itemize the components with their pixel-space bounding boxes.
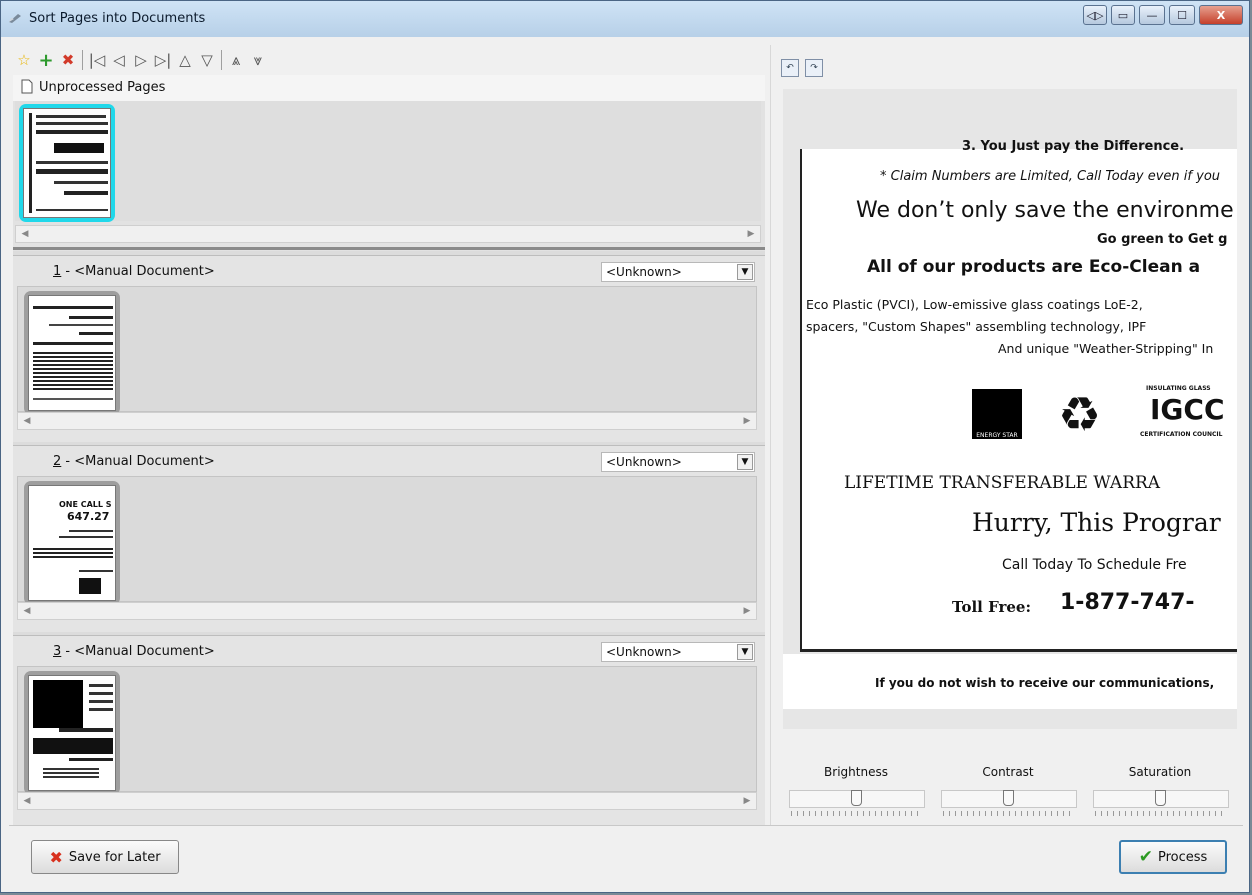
preview-text: Call Today To Schedule Fre xyxy=(1002,557,1187,573)
document-2-tray: ONE CALL S 647.27 xyxy=(17,476,757,605)
rotate-left-icon[interactable]: ↶ xyxy=(781,59,799,77)
unprocessed-section: Unprocessed Pages ◀ ▶ xyxy=(13,75,765,251)
document-3-section: 3 - <Manual Document> <Unknown> ▼ ◀ ▶ xyxy=(13,635,765,826)
thumb-text: ONE CALL S xyxy=(59,500,112,509)
document-2-section: 2 - <Manual Document> <Unknown> ▼ ONE CAL… xyxy=(13,445,765,632)
energy-star-logo: ENERGY STAR xyxy=(972,389,1022,439)
document-3-page-thumb[interactable] xyxy=(24,671,120,795)
previous-page-icon[interactable]: ◁ xyxy=(108,49,130,71)
contrast-slider-thumb[interactable] xyxy=(1003,790,1014,806)
preview-page-footer: If you do not wish to receive our commun… xyxy=(783,654,1237,709)
checkmark-icon: ✔ xyxy=(1138,847,1153,867)
close-icon: ✖ xyxy=(49,847,63,867)
maximize-button[interactable]: ☐ xyxy=(1169,5,1195,25)
last-page-icon[interactable]: ▷| xyxy=(152,49,174,71)
save-for-later-button[interactable]: ✖ Save for Later xyxy=(31,840,179,874)
preview-text: Toll Free: xyxy=(952,598,1031,616)
move-up-icon[interactable]: △ xyxy=(174,49,196,71)
document-1-page-thumb[interactable] xyxy=(24,291,120,415)
preview-text: * Claim Numbers are Limited, Call Today … xyxy=(880,169,1221,184)
preview-text: 3. You Just pay the Difference. xyxy=(962,139,1185,154)
plus-icon[interactable]: + xyxy=(35,49,57,71)
next-page-icon[interactable]: ▷ xyxy=(130,49,152,71)
unprocessed-label: Unprocessed Pages xyxy=(39,80,166,95)
page-preview: 3. You Just pay the Difference. * Claim … xyxy=(783,89,1237,729)
move-top-icon[interactable]: ⩓ xyxy=(225,49,247,71)
page-sorter-pane: ☆ + ✖ |◁ ◁ ▷ ▷| △ ▽ ⩓ ⩔ Unprocessed Page… xyxy=(13,45,765,826)
document-icon xyxy=(21,79,33,94)
resize-icon[interactable]: ◁▷ xyxy=(1083,5,1107,25)
unprocessed-scrollbar[interactable]: ◀ ▶ xyxy=(15,225,761,243)
preview-text: 1-877-747- xyxy=(1060,590,1195,615)
brightness-label: Brightness xyxy=(824,765,888,779)
preview-text: If you do not wish to receive our commun… xyxy=(875,676,1215,690)
document-2-type-select[interactable]: <Unknown> ▼ xyxy=(601,452,755,472)
preview-pane: ↶ ↷ 3. You Just pay the Difference. * Cl… xyxy=(770,45,1241,825)
sorter-toolbar: ☆ + ✖ |◁ ◁ ▷ ▷| △ ▽ ⩓ ⩔ xyxy=(13,45,765,75)
igcc-logo: INSULATING GLASS IGCC CERTIFICATION COUN… xyxy=(1140,385,1225,438)
rotate-right-icon[interactable]: ↷ xyxy=(805,59,823,77)
move-bottom-icon[interactable]: ⩔ xyxy=(247,49,269,71)
preview-text: Go green to Get g xyxy=(1097,232,1228,247)
chevron-down-icon: ▼ xyxy=(737,264,753,280)
document-1-tray xyxy=(17,286,757,415)
contrast-label: Contrast xyxy=(982,765,1034,779)
preview-page: 3. You Just pay the Difference. * Claim … xyxy=(800,139,1237,652)
document-1-section: 1 - <Manual Document> <Unknown> ▼ ◀ ▶ xyxy=(13,255,765,442)
close-button[interactable]: X xyxy=(1199,5,1243,25)
document-3-type-select[interactable]: <Unknown> ▼ xyxy=(601,642,755,662)
process-button[interactable]: ✔ Process xyxy=(1119,840,1227,874)
preview-text: All of our products are Eco-Clean a xyxy=(867,257,1201,277)
first-page-icon[interactable]: |◁ xyxy=(86,49,108,71)
preview-text: And unique "Weather-Stripping" In xyxy=(998,341,1214,356)
preview-text: LIFETIME TRANSFERABLE WARRA xyxy=(844,473,1161,493)
chevron-down-icon: ▼ xyxy=(737,644,753,660)
sort-pages-window: Sort Pages into Documents ◁▷ ▭ — ☐ X ☆ +… xyxy=(0,0,1250,893)
recycle-icon: ♻ xyxy=(1058,387,1102,443)
preview-text: Hurry, This Prograr xyxy=(972,508,1221,537)
button-bar: ✖ Save for Later ✔ Process xyxy=(9,825,1243,892)
document-2-label: 2 - <Manual Document> xyxy=(53,454,215,469)
image-adjustments: Brightness Contrast Saturation xyxy=(789,765,1229,825)
title-bar: Sort Pages into Documents ◁▷ ▭ — ☐ X xyxy=(1,1,1249,37)
delete-icon[interactable]: ✖ xyxy=(57,49,79,71)
restore-window-icon[interactable]: ▭ xyxy=(1111,5,1135,25)
saturation-label: Saturation xyxy=(1128,765,1192,779)
process-label: Process xyxy=(1157,849,1208,865)
preview-text: Eco Plastic (PVCI), Low-emissive glass c… xyxy=(806,297,1143,312)
document-2-scrollbar[interactable]: ◀ ▶ xyxy=(17,602,757,620)
saturation-slider-thumb[interactable] xyxy=(1155,790,1166,806)
contrast-control: Contrast xyxy=(941,765,1077,816)
brightness-slider-thumb[interactable] xyxy=(851,790,862,806)
move-down-icon[interactable]: ▽ xyxy=(196,49,218,71)
chevron-down-icon: ▼ xyxy=(737,454,753,470)
document-3-scrollbar[interactable]: ◀ ▶ xyxy=(17,792,757,810)
app-icon xyxy=(9,14,21,23)
save-for-later-label: Save for Later xyxy=(68,849,161,865)
saturation-control: Saturation xyxy=(1093,765,1229,816)
window-title: Sort Pages into Documents xyxy=(29,11,206,26)
document-3-label: 3 - <Manual Document> xyxy=(53,644,215,659)
document-3-tray xyxy=(17,666,757,795)
preview-text: We don’t only save the environme xyxy=(856,198,1234,223)
document-2-page-thumb[interactable]: ONE CALL S 647.27 xyxy=(24,481,120,605)
document-1-scrollbar[interactable]: ◀ ▶ xyxy=(17,412,757,430)
document-1-type-select[interactable]: <Unknown> ▼ xyxy=(601,262,755,282)
star-icon[interactable]: ☆ xyxy=(13,49,35,71)
document-1-label: 1 - <Manual Document> xyxy=(53,264,215,279)
brightness-control: Brightness xyxy=(789,765,925,816)
thumb-text: 647.27 xyxy=(67,510,110,523)
minimize-button[interactable]: — xyxy=(1139,5,1165,25)
preview-text: spacers, "Custom Shapes" assembling tech… xyxy=(806,319,1147,334)
unprocessed-page-thumb[interactable] xyxy=(19,104,115,222)
